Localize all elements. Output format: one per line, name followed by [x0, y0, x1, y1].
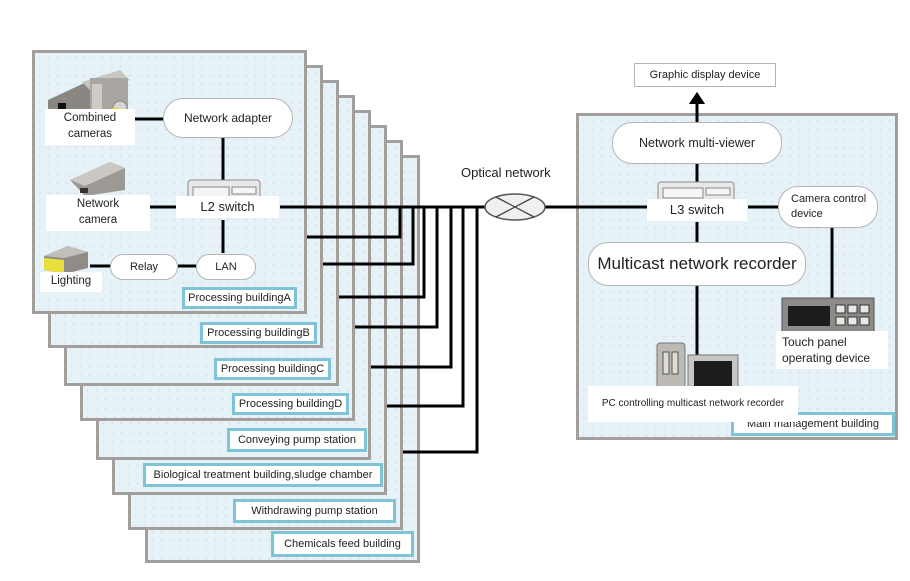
l3-switch[interactable]: L3 switch [647, 199, 747, 221]
camera-control-device[interactable]: Camera control device [778, 186, 878, 228]
network-multi-viewer[interactable]: Network multi-viewer [612, 122, 782, 164]
pc-controlling-label: PC controlling multicast network recorde… [588, 386, 798, 422]
multicast-network-recorder[interactable]: Multicast network recorder [588, 242, 806, 286]
touch-panel-label: Touch panel operating device [776, 331, 888, 369]
touch-panel-icon [781, 297, 875, 333]
main-building-lines [576, 92, 875, 394]
